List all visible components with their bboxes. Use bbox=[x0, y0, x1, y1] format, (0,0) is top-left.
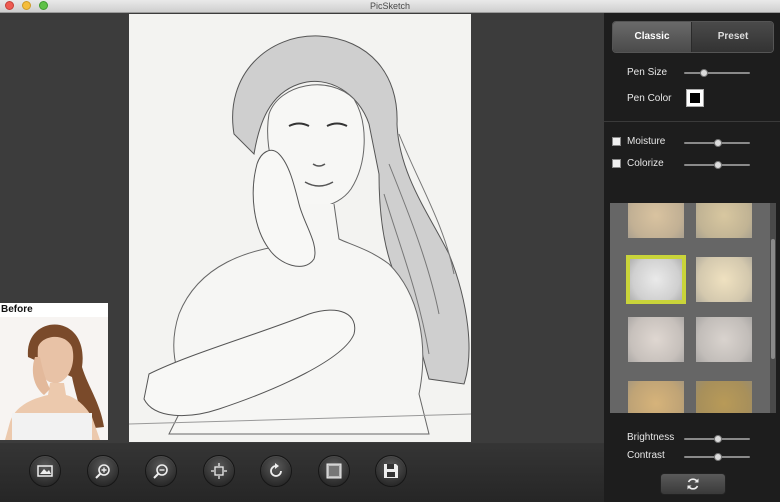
contrast-knob[interactable] bbox=[714, 453, 723, 461]
moisture-slider[interactable] bbox=[684, 139, 750, 147]
save-button[interactable] bbox=[375, 455, 407, 487]
texture-tile-selected[interactable] bbox=[628, 257, 684, 302]
pen-size-slider[interactable] bbox=[684, 69, 750, 77]
mode-segmented-control: Classic Preset bbox=[612, 21, 774, 53]
colorize-slider[interactable] bbox=[684, 161, 750, 169]
texture-tile[interactable] bbox=[628, 317, 684, 362]
pen-size-label: Pen Size bbox=[627, 67, 668, 78]
pen-color-label: Pen Color bbox=[627, 93, 672, 104]
save-icon bbox=[384, 464, 398, 478]
texture-tile[interactable] bbox=[696, 257, 752, 302]
brightness-label: Brightness bbox=[627, 432, 675, 443]
panel-divider bbox=[604, 121, 780, 122]
image-icon bbox=[37, 465, 53, 477]
window-title: PicSketch bbox=[369, 1, 411, 11]
fit-to-window-button[interactable] bbox=[203, 455, 235, 487]
before-label: Before bbox=[1, 304, 33, 315]
rotate-button[interactable] bbox=[260, 455, 292, 487]
refresh-icon bbox=[687, 478, 699, 490]
compare-button[interactable] bbox=[318, 455, 350, 487]
reset-button[interactable] bbox=[660, 473, 726, 495]
zoom-in-button[interactable] bbox=[87, 455, 119, 487]
sketch-canvas[interactable] bbox=[129, 14, 471, 442]
colorize-label: Colorize bbox=[627, 158, 664, 169]
before-photo bbox=[0, 317, 108, 440]
sketch-image bbox=[129, 14, 471, 442]
moisture-knob[interactable] bbox=[714, 139, 723, 147]
zoom-out-button[interactable] bbox=[145, 455, 177, 487]
texture-tile[interactable] bbox=[628, 381, 684, 413]
texture-scroll-thumb[interactable] bbox=[771, 239, 775, 359]
zoom-out-icon bbox=[153, 464, 168, 479]
texture-scrollbar[interactable] bbox=[770, 203, 776, 413]
window-titlebar: PicSketch bbox=[0, 0, 780, 13]
brightness-knob[interactable] bbox=[714, 435, 723, 443]
texture-tile[interactable] bbox=[628, 203, 684, 238]
texture-tile[interactable] bbox=[696, 381, 752, 413]
moisture-checkbox[interactable] bbox=[612, 137, 621, 146]
texture-tile[interactable] bbox=[696, 317, 752, 362]
brightness-slider[interactable] bbox=[684, 435, 750, 443]
settings-panel: Classic Preset Pen Size Pen Color Moistu… bbox=[604, 13, 780, 502]
texture-tile[interactable] bbox=[696, 203, 752, 238]
moisture-label: Moisture bbox=[627, 136, 666, 147]
bottom-toolbar bbox=[0, 443, 604, 502]
pen-color-swatch[interactable] bbox=[686, 89, 704, 107]
pen-size-knob[interactable] bbox=[700, 69, 709, 77]
texture-grid bbox=[610, 203, 770, 413]
frame-icon bbox=[326, 463, 342, 479]
zoom-in-icon bbox=[95, 464, 110, 479]
tab-preset[interactable]: Preset bbox=[691, 22, 773, 52]
fit-icon bbox=[211, 463, 227, 479]
contrast-slider[interactable] bbox=[684, 453, 750, 461]
colorize-knob[interactable] bbox=[714, 161, 723, 169]
rotate-icon bbox=[270, 463, 282, 477]
before-preview: Before bbox=[0, 303, 108, 440]
contrast-label: Contrast bbox=[627, 450, 665, 461]
open-image-button[interactable] bbox=[29, 455, 61, 487]
tab-classic[interactable]: Classic bbox=[613, 22, 691, 52]
colorize-checkbox[interactable] bbox=[612, 159, 621, 168]
